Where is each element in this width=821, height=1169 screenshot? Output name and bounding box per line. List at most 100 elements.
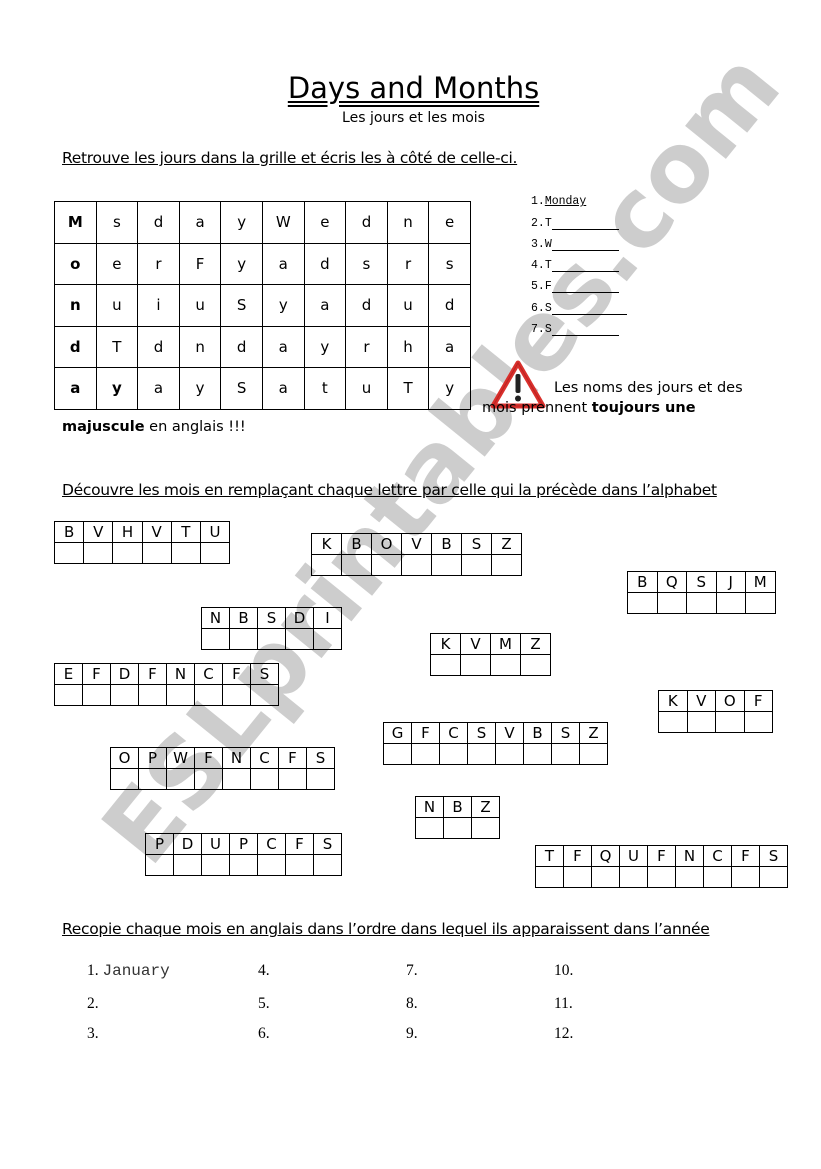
grid-cell[interactable]: o <box>54 242 97 285</box>
answer-letter-cell[interactable] <box>715 592 746 614</box>
answer-letter-cell[interactable] <box>443 817 472 839</box>
grid-cell[interactable]: y <box>261 284 305 327</box>
answer-letter-cell[interactable] <box>166 768 195 790</box>
day-answer-blank[interactable] <box>551 217 619 230</box>
grid-cell[interactable]: a <box>303 284 347 327</box>
month-order-item[interactable]: 6. <box>258 1025 270 1043</box>
answer-letter-cell[interactable] <box>523 743 552 765</box>
grid-cell[interactable]: h <box>386 325 430 368</box>
answer-letter-cell[interactable] <box>743 711 773 733</box>
answer-letter-cell[interactable] <box>467 743 496 765</box>
answer-letter-cell[interactable] <box>54 684 83 706</box>
answer-letter-cell[interactable] <box>199 542 231 564</box>
month-order-item[interactable]: 3. <box>87 1025 99 1043</box>
grid-cell[interactable]: y <box>220 242 263 285</box>
grid-cell[interactable]: d <box>137 325 180 368</box>
grid-cell[interactable]: n <box>386 201 430 244</box>
answer-letter-cell[interactable] <box>341 554 372 576</box>
answer-letter-cell[interactable] <box>461 554 492 576</box>
answer-letter-cell[interactable] <box>145 854 174 876</box>
grid-cell[interactable]: d <box>54 325 97 368</box>
grid-cell[interactable]: y <box>220 201 263 244</box>
answer-letter-cell[interactable] <box>495 743 524 765</box>
answer-letter-cell[interactable] <box>112 542 143 564</box>
answer-letter-cell[interactable] <box>82 684 111 706</box>
answer-letter-cell[interactable] <box>222 684 251 706</box>
grid-cell[interactable]: n <box>54 284 97 327</box>
grid-cell[interactable]: a <box>137 367 180 410</box>
month-order-item[interactable]: 12. <box>554 1025 573 1043</box>
month-order-item[interactable]: 1. January <box>87 962 170 980</box>
answer-letter-cell[interactable] <box>285 628 314 650</box>
answer-letter-cell[interactable] <box>166 684 195 706</box>
day-answer-blank[interactable] <box>551 238 619 251</box>
answer-letter-cell[interactable] <box>745 592 776 614</box>
grid-cell[interactable]: s <box>95 201 139 244</box>
month-order-item[interactable]: 2. <box>87 995 99 1013</box>
grid-cell[interactable]: e <box>303 201 347 244</box>
grid-cell[interactable]: d <box>303 242 347 285</box>
answer-letter-cell[interactable] <box>229 628 258 650</box>
answer-letter-cell[interactable] <box>535 866 564 888</box>
grid-cell[interactable]: e <box>428 201 471 244</box>
grid-cell[interactable]: s <box>428 242 471 285</box>
grid-cell[interactable]: y <box>428 367 471 410</box>
answer-letter-cell[interactable] <box>83 542 114 564</box>
answer-letter-cell[interactable] <box>401 554 432 576</box>
answer-letter-cell[interactable] <box>313 854 342 876</box>
answer-letter-cell[interactable] <box>194 684 223 706</box>
answer-letter-cell[interactable] <box>306 768 335 790</box>
answer-letter-cell[interactable] <box>138 684 167 706</box>
answer-letter-cell[interactable] <box>311 554 342 576</box>
answer-letter-cell[interactable] <box>491 554 522 576</box>
answer-letter-cell[interactable] <box>257 854 286 876</box>
grid-cell[interactable]: u <box>345 367 388 410</box>
grid-cell[interactable]: a <box>428 325 471 368</box>
day-answer-blank[interactable] <box>551 280 619 294</box>
answer-letter-cell[interactable] <box>53 542 85 564</box>
answer-letter-cell[interactable] <box>439 743 468 765</box>
answer-letter-cell[interactable] <box>490 654 521 676</box>
answer-letter-cell[interactable] <box>731 866 760 888</box>
answer-letter-cell[interactable] <box>285 854 314 876</box>
grid-cell[interactable]: s <box>345 242 388 285</box>
grid-cell[interactable]: y <box>178 367 222 410</box>
answer-letter-cell[interactable] <box>431 554 462 576</box>
month-order-item[interactable]: 10. <box>554 962 573 980</box>
grid-cell[interactable]: r <box>386 242 430 285</box>
answer-letter-cell[interactable] <box>415 817 444 839</box>
day-answer-blank[interactable] <box>551 323 619 337</box>
answer-letter-cell[interactable] <box>759 866 788 888</box>
grid-cell[interactable]: u <box>178 284 222 327</box>
grid-cell[interactable]: a <box>261 242 305 285</box>
month-order-item[interactable]: 8. <box>406 995 418 1013</box>
answer-letter-cell[interactable] <box>371 554 402 576</box>
grid-cell[interactable]: a <box>178 201 222 244</box>
grid-cell[interactable]: y <box>95 367 139 410</box>
grid-cell[interactable]: T <box>386 367 430 410</box>
answer-letter-cell[interactable] <box>471 817 500 839</box>
grid-cell[interactable]: a <box>261 325 305 368</box>
answer-letter-cell[interactable] <box>551 743 580 765</box>
grid-cell[interactable]: i <box>137 284 180 327</box>
grid-cell[interactable]: W <box>261 201 305 244</box>
answer-letter-cell[interactable] <box>686 711 716 733</box>
answer-letter-cell[interactable] <box>257 628 286 650</box>
answer-letter-cell[interactable] <box>686 592 717 614</box>
answer-letter-cell[interactable] <box>715 711 745 733</box>
month-order-item[interactable]: 9. <box>406 1025 418 1043</box>
grid-cell[interactable]: y <box>303 325 347 368</box>
grid-cell[interactable]: T <box>95 325 139 368</box>
answer-letter-cell[interactable] <box>563 866 592 888</box>
month-order-item[interactable]: 11. <box>554 995 573 1013</box>
answer-letter-cell[interactable] <box>201 854 230 876</box>
grid-cell[interactable]: e <box>95 242 139 285</box>
answer-letter-cell[interactable] <box>383 743 412 765</box>
grid-cell[interactable]: M <box>54 201 97 244</box>
answer-letter-cell[interactable] <box>229 854 258 876</box>
grid-cell[interactable]: n <box>178 325 222 368</box>
grid-cell[interactable]: d <box>345 201 388 244</box>
grid-cell[interactable]: d <box>345 284 388 327</box>
answer-letter-cell[interactable] <box>460 654 491 676</box>
answer-letter-cell[interactable] <box>141 542 172 564</box>
